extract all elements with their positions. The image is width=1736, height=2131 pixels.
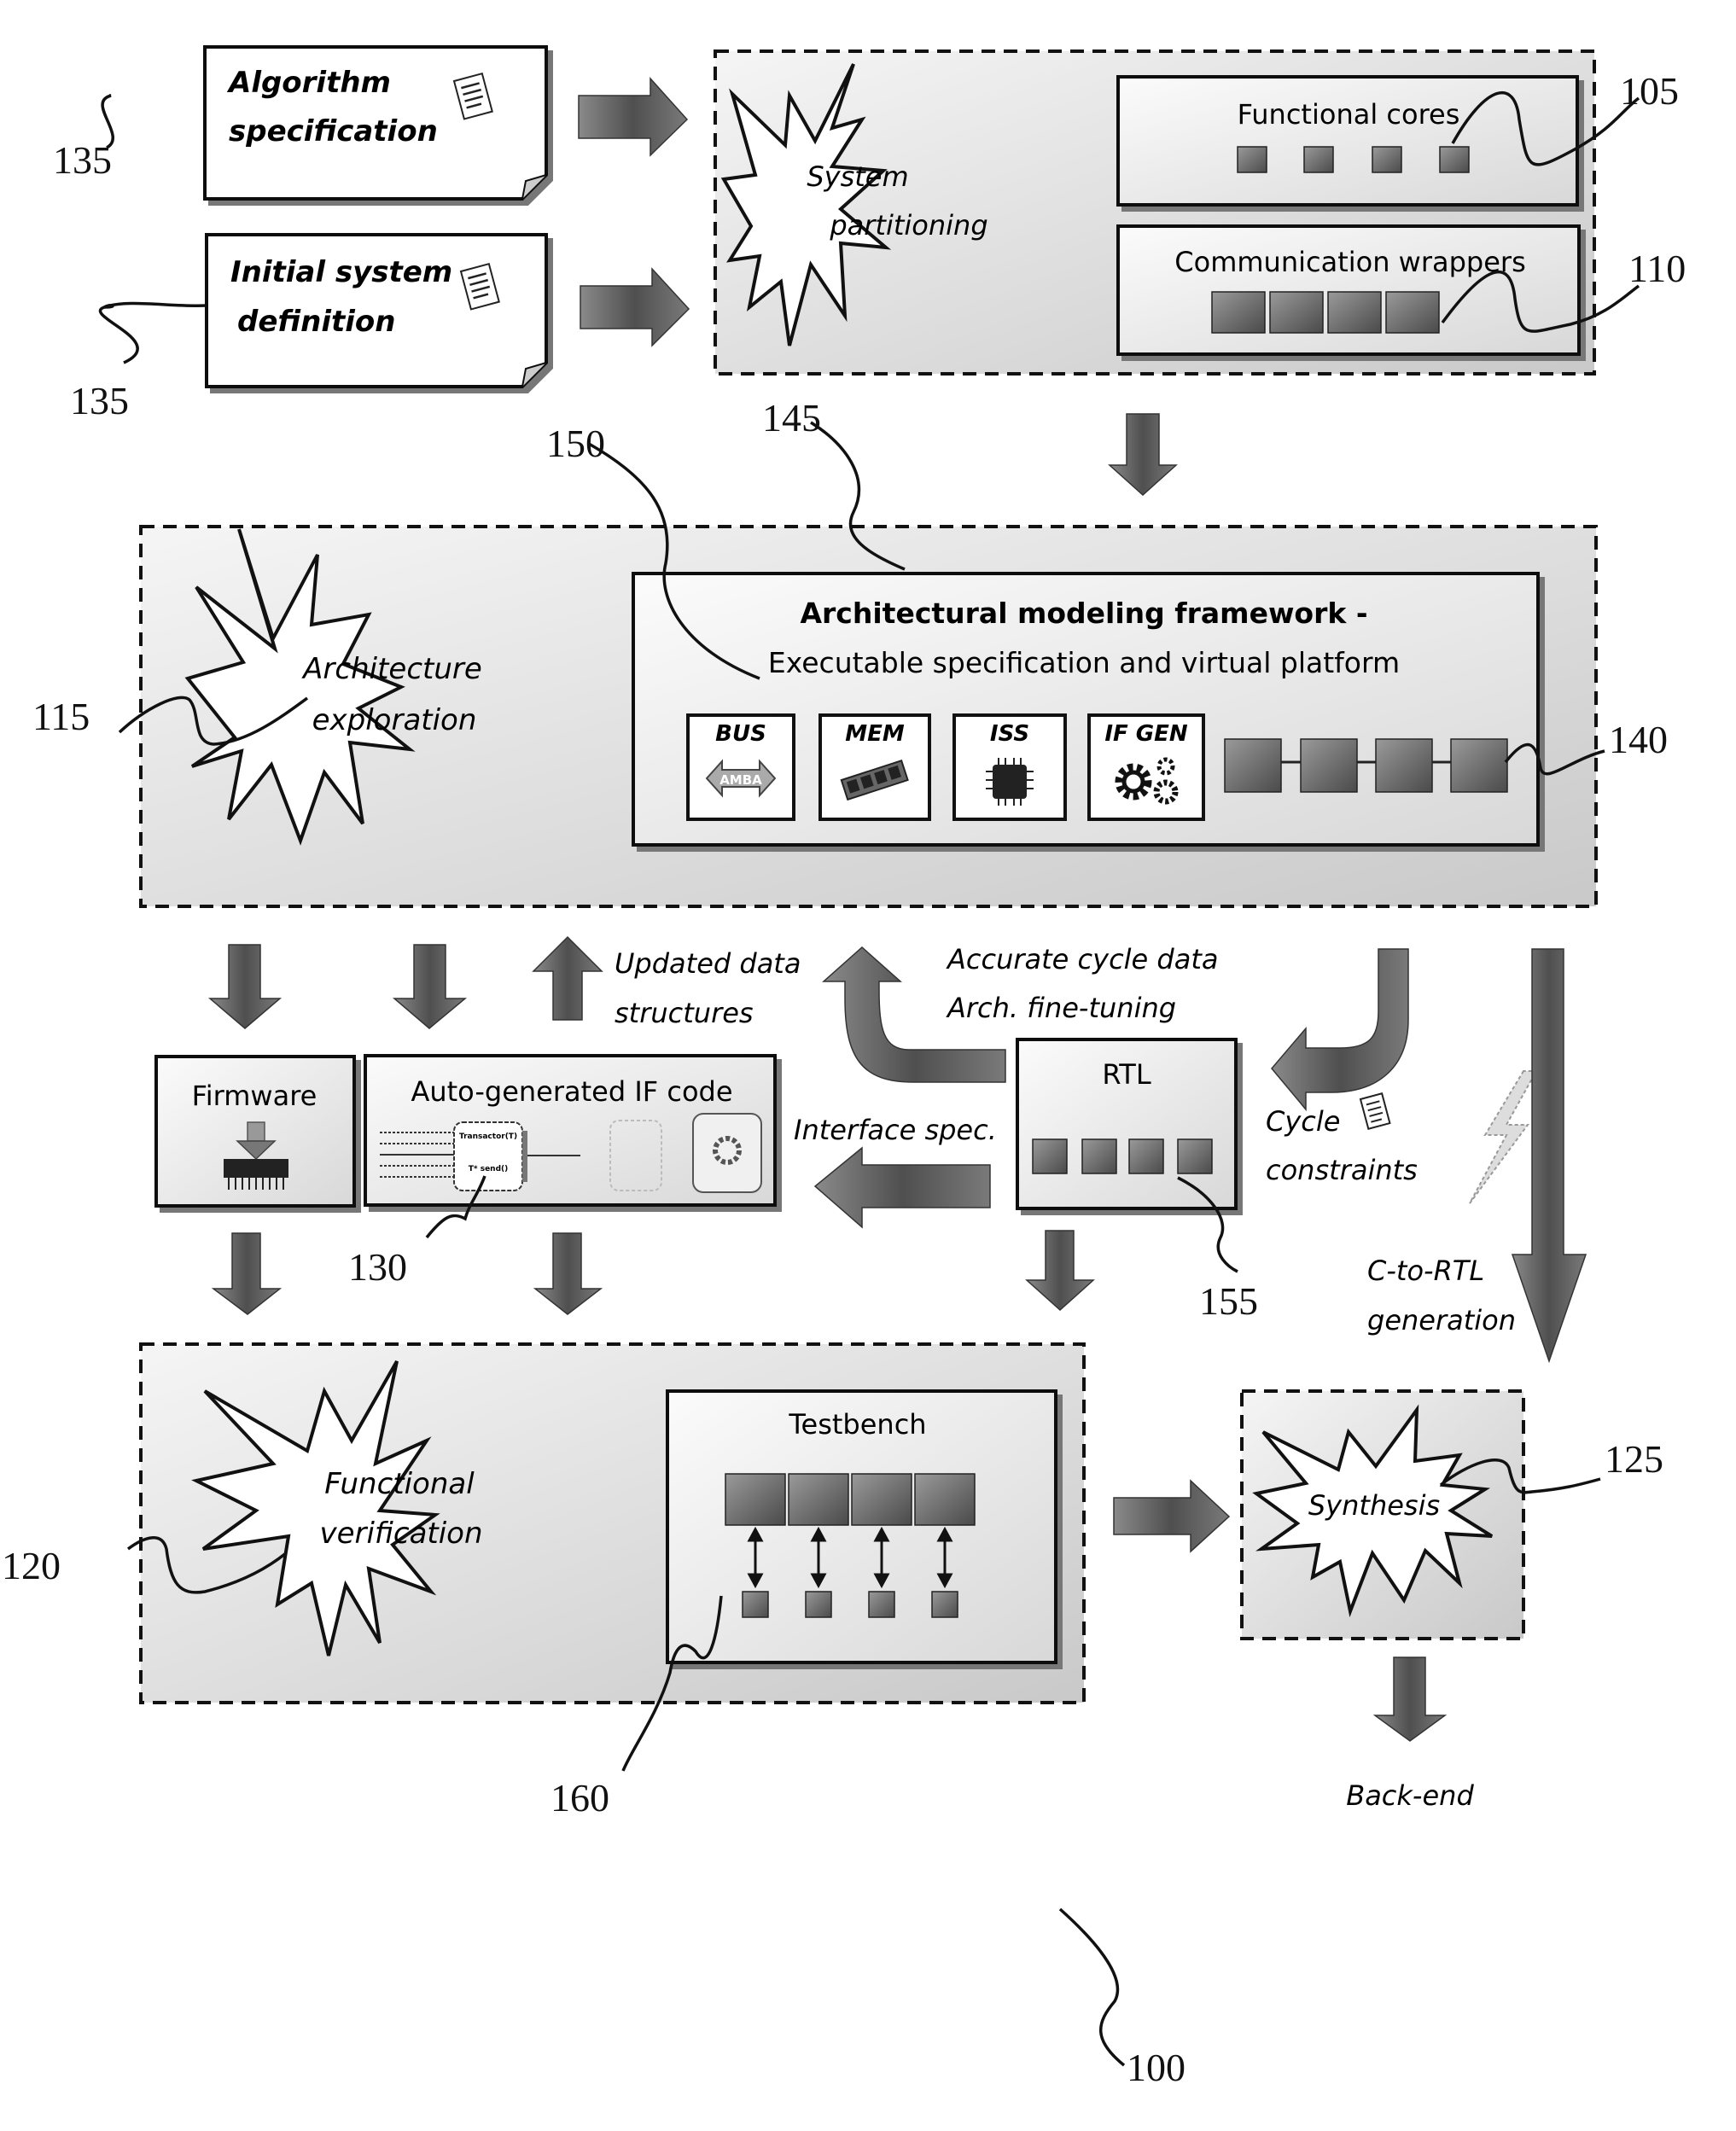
framework-block-mem: MEM xyxy=(818,713,931,821)
testbench-stub-chip xyxy=(931,1591,958,1618)
c-to-rtl-line1: C-to-RTL xyxy=(1367,1255,1484,1287)
ref-110: 110 xyxy=(1628,247,1686,290)
ref-100: 100 xyxy=(1127,2046,1185,2089)
communication-wrapper-chip xyxy=(1327,291,1382,334)
testbench-stub-chip xyxy=(742,1591,769,1618)
ref-130: 130 xyxy=(348,1245,407,1289)
updated-data-line1: Updated data xyxy=(615,947,801,980)
accurate-cycle-data-label: Accurate cycle data xyxy=(946,943,1218,975)
arrow-right-initial-to-partitioning xyxy=(580,267,690,347)
testbench-stub-chip xyxy=(805,1591,832,1618)
amba-text: AMBA xyxy=(719,772,762,788)
arrow-down-if-code-to-verification xyxy=(533,1232,603,1315)
framework-block-bus-label: BUS xyxy=(715,721,766,747)
arrow-curved-cycle-constraints xyxy=(1271,948,1409,1112)
rtl-chip xyxy=(1177,1138,1213,1174)
communication-wrappers-label: Communication wrappers xyxy=(1174,246,1525,278)
ref-155: 155 xyxy=(1199,1279,1258,1323)
functional-core-chip xyxy=(1372,146,1402,173)
ref-160: 160 xyxy=(551,1776,609,1820)
functional-core-chip xyxy=(1303,146,1334,173)
framework-block-iss: ISS xyxy=(952,713,1067,821)
arrow-right-verification-to-synthesis xyxy=(1113,1479,1231,1553)
architecture-exploration-line2: exploration xyxy=(312,703,477,737)
arrow-down-c-to-rtl-generation xyxy=(1511,948,1587,1364)
testbench-dut-chip xyxy=(914,1473,976,1526)
document-icon xyxy=(1359,1092,1391,1130)
design-flow-diagram: Algorithm specification 135 Initial syst… xyxy=(2,45,1686,2089)
updated-data-line2: structures xyxy=(615,997,754,1029)
system-partitioning-line2: partitioning xyxy=(829,209,987,242)
c-to-rtl-line2: generation xyxy=(1367,1304,1516,1336)
framework-chain-chip xyxy=(1375,738,1433,793)
arrow-down-to-if-code xyxy=(392,944,468,1029)
architecture-exploration-line1: Architecture xyxy=(301,652,482,686)
arrow-down-firmware-to-verification xyxy=(211,1232,283,1315)
transactor-method-text: T* send() xyxy=(469,1165,509,1173)
lightning-icon xyxy=(1469,1070,1538,1204)
ref-125: 125 xyxy=(1605,1437,1663,1481)
testbench-stub-chip xyxy=(868,1591,895,1618)
synthesis-label: Synthesis xyxy=(1308,1489,1440,1522)
firmware-label: Firmware xyxy=(192,1080,317,1112)
arrow-down-partitioning-to-architecture xyxy=(1108,413,1178,497)
arrow-down-rtl-to-verification xyxy=(1025,1230,1095,1312)
input-note-initial-line2: definition xyxy=(237,305,396,339)
rtl-chip xyxy=(1032,1138,1068,1174)
input-note-algorithm-line1: Algorithm xyxy=(226,66,391,100)
rtl-chip xyxy=(1081,1138,1117,1174)
ref-135-a: 135 xyxy=(53,138,112,182)
framework-title: Architectural modeling framework - xyxy=(800,597,1367,630)
testbench-dut-chip xyxy=(725,1473,786,1526)
input-note-initial-line1: Initial system xyxy=(230,255,452,289)
arrow-left-interface-spec xyxy=(813,1146,991,1229)
ref-120: 120 xyxy=(2,1544,61,1587)
communication-wrapper-chip xyxy=(1385,291,1440,334)
functional-verification-line1: Functional xyxy=(324,1467,475,1501)
testbench-dut-chip xyxy=(788,1473,849,1526)
framework-subtitle: Executable specification and virtual pla… xyxy=(768,646,1400,679)
arrow-down-synthesis-to-backend xyxy=(1372,1656,1448,1742)
arrow-right-algorithm-to-partitioning xyxy=(578,77,689,157)
ref-150: 150 xyxy=(546,422,605,465)
communication-wrapper-chip xyxy=(1211,291,1266,334)
cycle-constraints-line2: constraints xyxy=(1266,1154,1418,1186)
arrow-up-updated-data-structures xyxy=(532,935,603,1021)
framework-block-if-gen: IF GEN xyxy=(1087,713,1205,821)
ref-135-b: 135 xyxy=(70,379,129,422)
leader-line-100 xyxy=(1058,1907,1126,2067)
rtl-label: RTL xyxy=(1102,1058,1151,1091)
ref-145: 145 xyxy=(762,396,821,440)
communication-wrapper-chip xyxy=(1269,291,1324,334)
framework-block-mem-label: MEM xyxy=(845,721,905,747)
ref-140: 140 xyxy=(1609,718,1668,761)
leader-line-135-b xyxy=(98,301,207,364)
arrow-down-to-firmware xyxy=(207,944,283,1029)
framework-block-iss-label: ISS xyxy=(990,721,1029,747)
interface-spec-label: Interface spec. xyxy=(794,1114,997,1146)
cycle-constraints-line1: Cycle xyxy=(1266,1105,1340,1138)
framework-chain-chip xyxy=(1450,738,1508,793)
input-note-algorithm-line2: specification xyxy=(229,114,438,148)
functional-cores-label: Functional cores xyxy=(1238,98,1460,131)
if-code-label: Auto-generated IF code xyxy=(411,1075,732,1108)
testbench-label: Testbench xyxy=(788,1408,926,1441)
rtl-chip xyxy=(1128,1138,1164,1174)
testbench-dut-chip xyxy=(851,1473,912,1526)
framework-block-if-gen-label: IF GEN xyxy=(1104,721,1188,747)
system-partitioning-line1: System xyxy=(807,160,908,193)
backend-label: Back-end xyxy=(1346,1779,1474,1812)
functional-core-chip xyxy=(1439,146,1470,173)
transactor-text: Transactor(T) xyxy=(459,1132,517,1141)
framework-chain-chip xyxy=(1224,738,1282,793)
arch-fine-tuning-label: Arch. fine-tuning xyxy=(946,992,1176,1024)
framework-block-bus: BUS AMBA xyxy=(686,713,795,821)
ref-115: 115 xyxy=(32,695,90,738)
ref-105: 105 xyxy=(1620,69,1679,113)
framework-chain-chip xyxy=(1300,738,1358,793)
functional-core-chip xyxy=(1237,146,1267,173)
functional-verification-line2: verification xyxy=(319,1517,482,1551)
